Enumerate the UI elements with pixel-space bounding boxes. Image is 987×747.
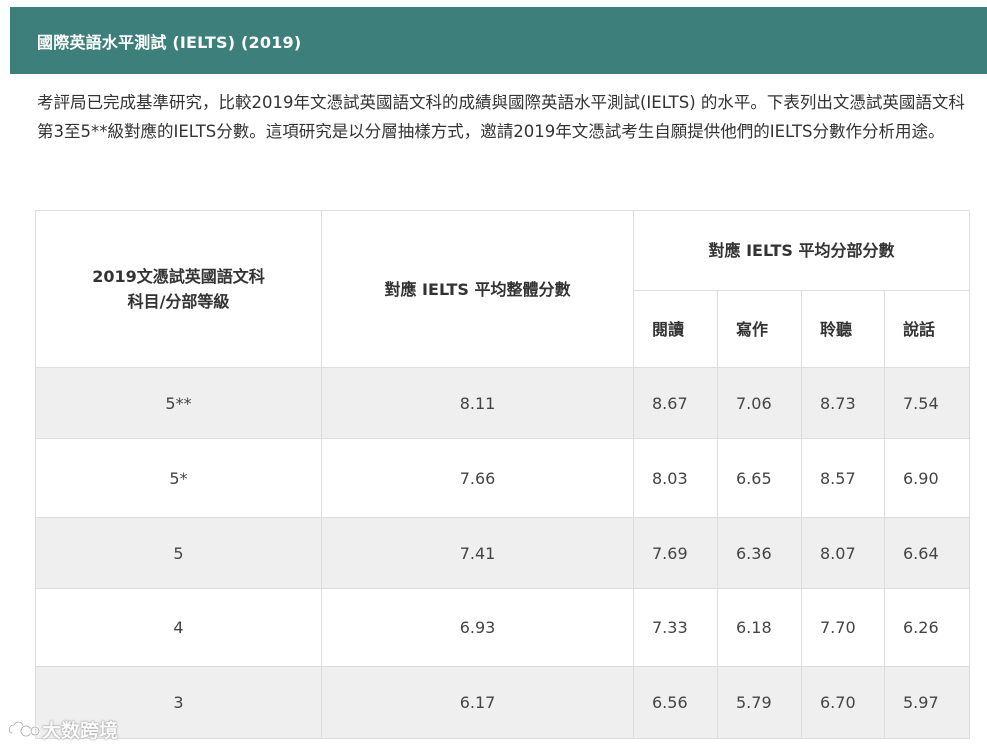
reading-score-cell: 7.69 [633, 517, 718, 589]
listening-score-cell: 6.70 [801, 666, 885, 739]
writing-score-cell: 7.06 [717, 367, 802, 439]
level-cell: 5* [35, 438, 322, 518]
overall-score-cell: 6.17 [321, 666, 634, 739]
table-row: 3 6.17 6.56 5.79 6.70 5.97 [35, 666, 971, 739]
table-row: 5** 8.11 8.67 7.06 8.73 7.54 [35, 367, 971, 439]
page-header: 國際英語水平測試 (IELTS) (2019) [10, 7, 987, 74]
speaking-score-cell: 6.90 [883, 438, 971, 518]
table-row: 4 6.93 7.33 6.18 7.70 6.26 [35, 588, 971, 667]
components-group-header: 對應 IELTS 平均分部分數 [632, 210, 971, 291]
speaking-score-cell: 6.64 [883, 517, 971, 589]
watermark-logo-icon [7, 720, 40, 737]
table-body: 5** 8.11 8.67 7.06 8.73 7.54 5* 7.66 8.0… [35, 367, 971, 739]
writing-score-cell: 5.79 [717, 666, 802, 739]
listening-column-header: 聆聽 [801, 290, 885, 368]
level-cell: 5 [35, 517, 322, 589]
listening-score-cell: 8.73 [801, 367, 885, 439]
header-row-primary: 2019文憑試英國語文科 科目/分部等級 對應 IELTS 平均整體分數 對應 … [35, 210, 971, 368]
reading-column-header: 閱讀 [633, 290, 718, 368]
overall-score-cell: 7.41 [321, 517, 634, 589]
writing-score-cell: 6.18 [717, 588, 802, 667]
reading-score-cell: 6.56 [633, 666, 718, 739]
speaking-score-cell: 5.97 [883, 666, 971, 739]
writing-score-cell: 6.36 [717, 517, 802, 589]
overall-score-cell: 8.11 [321, 367, 634, 439]
ielts-comparison-table: 2019文憑試英國語文科 科目/分部等級 對應 IELTS 平均整體分數 對應 … [35, 210, 971, 739]
table-row: 5* 7.66 8.03 6.65 8.57 6.90 [35, 438, 971, 518]
table-header: 2019文憑試英國語文科 科目/分部等級 對應 IELTS 平均整體分數 對應 … [35, 210, 971, 368]
level-header-line1: 2019文憑試英國語文科 [92, 267, 265, 286]
reading-score-cell: 7.33 [633, 588, 718, 667]
speaking-column-header: 說話 [883, 290, 971, 368]
table-row: 5 7.41 7.69 6.36 8.07 6.64 [35, 517, 971, 589]
writing-score-cell: 6.65 [717, 438, 802, 518]
overall-score-cell: 6.93 [321, 588, 634, 667]
page-title: 國際英語水平測試 (IELTS) (2019) [37, 32, 302, 52]
watermark-text: 大数跨境 [42, 720, 119, 742]
listening-score-cell: 8.57 [801, 438, 885, 518]
speaking-score-cell: 7.54 [883, 367, 971, 439]
reading-score-cell: 8.67 [633, 367, 718, 439]
listening-score-cell: 7.70 [801, 588, 885, 667]
overall-column-header: 對應 IELTS 平均整體分數 [321, 210, 634, 368]
speaking-score-cell: 6.26 [883, 588, 971, 667]
watermark: 大数跨境 [6, 716, 118, 743]
listening-score-cell: 8.07 [801, 517, 885, 589]
writing-column-header: 寫作 [717, 290, 802, 368]
level-header-line2: 科目/分部等級 [127, 292, 230, 311]
reading-score-cell: 8.03 [633, 438, 718, 518]
level-cell: 5** [35, 367, 322, 439]
intro-paragraph: 考評局已完成基準研究，比較2019年文憑試英國語文科的成績與國際英語水平測試(I… [37, 93, 965, 141]
level-column-header: 2019文憑試英國語文科 科目/分部等級 [35, 210, 322, 368]
level-cell: 4 [35, 588, 322, 667]
overall-score-cell: 7.66 [321, 438, 634, 518]
